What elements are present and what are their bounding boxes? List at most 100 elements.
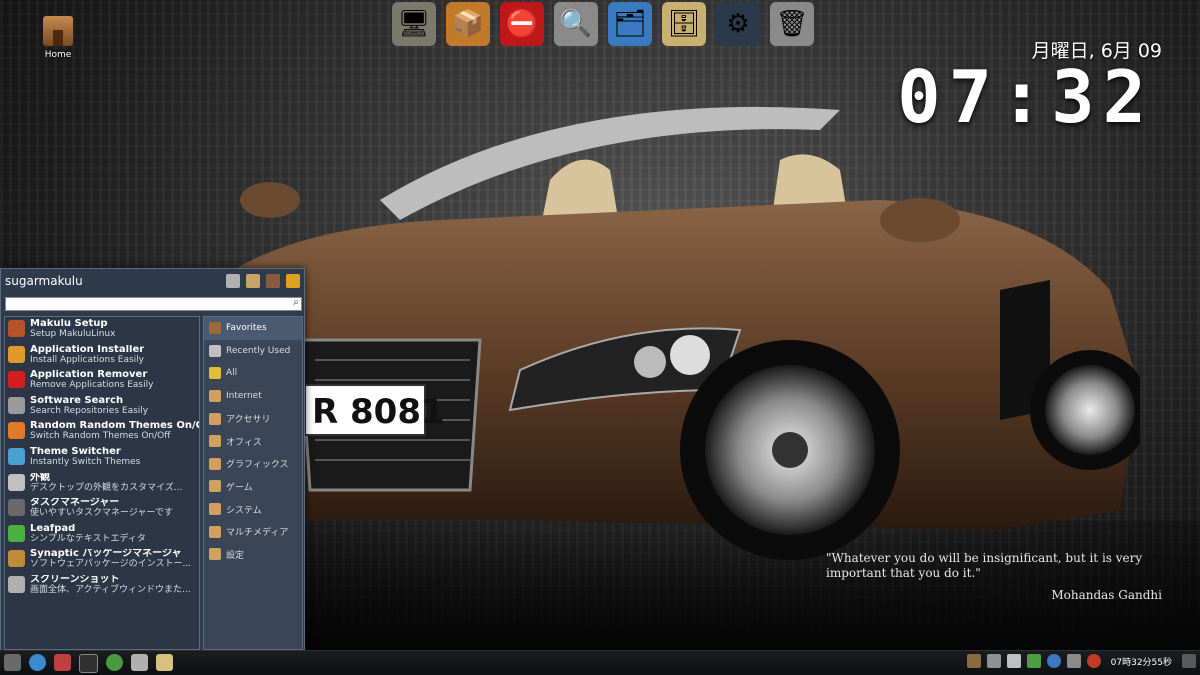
taskbar-launchers — [4, 654, 173, 673]
category-icon — [209, 548, 221, 561]
menu-search-input[interactable]: ⌕ — [5, 297, 302, 311]
taskbar: 07時32分55秒 — [0, 650, 1200, 675]
category-item[interactable]: アクセサリ — [204, 407, 302, 430]
menu-header: sugarmakulu — [1, 269, 304, 293]
category-item[interactable]: Internet — [204, 385, 302, 408]
app-subtitle: Remove Applications Easily — [30, 380, 154, 391]
system-tray: 07時32分55秒 — [966, 654, 1196, 668]
category-label: Favorites — [226, 323, 267, 334]
app-icon — [8, 320, 25, 337]
category-icon — [209, 390, 221, 403]
pen-icon[interactable] — [1006, 654, 1021, 668]
app-item[interactable]: タスクマネージャー 使いやすいタスクマネージャーです — [5, 496, 199, 522]
home-label: Home — [44, 50, 72, 60]
app-item[interactable]: Leafpad シンプルなテキストエディタ — [5, 522, 199, 548]
update-icon[interactable] — [1086, 654, 1101, 668]
quote-author: Mohandas Gandhi — [1051, 588, 1162, 602]
start-menu: sugarmakulu ⌕ Makulu Setup Setup MakuluLi… — [0, 268, 305, 652]
terminal-icon[interactable] — [246, 274, 260, 288]
category-icon — [209, 322, 221, 335]
apps-list: Makulu Setup Setup MakuluLinux Application… — [4, 316, 200, 650]
app-item[interactable]: Application Remover Remove Applications E… — [5, 368, 199, 394]
app-item[interactable]: Theme Switcher Instantly Switch Themes — [5, 445, 199, 471]
archive-icon[interactable] — [156, 654, 173, 671]
menu-icon[interactable] — [4, 654, 21, 671]
wallpaper-car: R 8081 — [180, 106, 1140, 560]
app-item[interactable]: Makulu Setup Setup MakuluLinux — [5, 317, 199, 343]
search-icon[interactable]: 🔍 — [554, 2, 598, 46]
app-icon — [8, 499, 25, 517]
category-item[interactable]: All — [204, 362, 302, 385]
category-icon — [209, 503, 221, 516]
shield-icon[interactable] — [1026, 654, 1041, 668]
app-icon — [8, 447, 25, 465]
app-title: Application Installer — [30, 344, 145, 355]
category-item[interactable]: マルチメディア — [204, 520, 302, 543]
app-subtitle: シンプルなテキストエディタ — [30, 533, 146, 544]
archive-icon[interactable]: 🗄 — [662, 2, 706, 46]
refresh-icon[interactable] — [29, 654, 46, 671]
app-subtitle: ソフトウェアパッケージのインストー... — [30, 559, 192, 570]
keyboard-icon[interactable] — [986, 654, 1001, 668]
file-manager-icon[interactable]: 🖥 — [392, 2, 436, 46]
app-subtitle: Instantly Switch Themes — [30, 456, 141, 467]
theme-switcher-icon[interactable]: 🗂 — [608, 2, 652, 46]
app-title: Theme Switcher — [30, 446, 121, 457]
app-subtitle: Search Repositories Easily — [30, 405, 149, 416]
app-item[interactable]: 外観 デスクトップの外観をカスタマイズ... — [5, 471, 199, 497]
taskbar-clock[interactable]: 07時32分55秒 — [1107, 655, 1176, 668]
app-item[interactable]: Software Search Search Repositories Easil… — [5, 394, 199, 420]
categories-list: Favorites Recently Used All Internet アクセサリオフ… — [203, 316, 303, 650]
category-icon — [209, 412, 221, 425]
app-item[interactable]: Synaptic パッケージマネージャ ソフトウェアパッケージのインストー... — [5, 547, 199, 573]
terminal-icon[interactable] — [79, 654, 98, 673]
app-item[interactable]: スクリーンショット 画面全体、アクティブウィンドウまた... — [5, 573, 199, 599]
app-title: Software Search — [30, 395, 124, 406]
category-item[interactable]: ゲーム — [204, 475, 302, 498]
menu-username: sugarmakulu — [5, 274, 83, 288]
category-item[interactable]: Favorites — [204, 317, 302, 340]
logout-icon[interactable] — [286, 274, 300, 288]
category-item[interactable]: システム — [204, 498, 302, 521]
app-icon — [8, 396, 25, 414]
category-icon — [209, 344, 221, 357]
category-icon — [209, 435, 221, 448]
category-item[interactable]: Recently Used — [204, 340, 302, 363]
category-label: Recently Used — [226, 345, 291, 356]
category-label: All — [226, 368, 238, 379]
category-icon — [209, 457, 221, 470]
category-item[interactable]: 設定 — [204, 543, 302, 566]
app-item[interactable]: Application Installer Install Application… — [5, 343, 199, 369]
app-title: 外観 — [30, 472, 50, 483]
home-desktop-icon[interactable]: Home — [38, 16, 78, 60]
search-icon: ⌕ — [293, 297, 299, 308]
app-icon — [8, 473, 25, 491]
app-subtitle: Switch Random Themes On/Off — [30, 431, 171, 442]
app-title: Application Remover — [30, 370, 148, 381]
category-label: システム — [226, 505, 262, 516]
settings-icon[interactable] — [226, 274, 240, 288]
category-item[interactable]: オフィス — [204, 430, 302, 453]
category-item[interactable]: グラフィックス — [204, 453, 302, 476]
category-label: グラフィックス — [226, 460, 289, 471]
image-icon[interactable] — [1066, 654, 1081, 668]
screenshot-icon[interactable] — [131, 654, 148, 671]
lock-icon[interactable] — [266, 274, 280, 288]
mobile-icon[interactable] — [966, 654, 981, 668]
globe-icon[interactable] — [1046, 654, 1061, 668]
browser-icon[interactable] — [106, 654, 123, 671]
media-icon[interactable] — [54, 654, 71, 671]
category-label: Internet — [226, 391, 262, 402]
category-label: アクセサリ — [226, 415, 271, 426]
app-item[interactable]: Random Random Themes On/Off Switch Random… — [5, 419, 199, 445]
app-icon — [8, 575, 25, 593]
steam-icon[interactable]: ⚙ — [716, 2, 760, 46]
remove-icon[interactable]: ⛔ — [500, 2, 544, 46]
app-title: Leafpad — [30, 523, 76, 534]
trash-icon[interactable]: 🗑 — [770, 2, 814, 46]
category-label: 設定 — [226, 550, 245, 561]
package-icon[interactable]: 📦 — [446, 2, 490, 46]
app-icon — [8, 345, 25, 363]
app-subtitle: 画面全体、アクティブウィンドウまた... — [30, 584, 191, 595]
show-desktop-icon[interactable] — [1182, 654, 1196, 668]
